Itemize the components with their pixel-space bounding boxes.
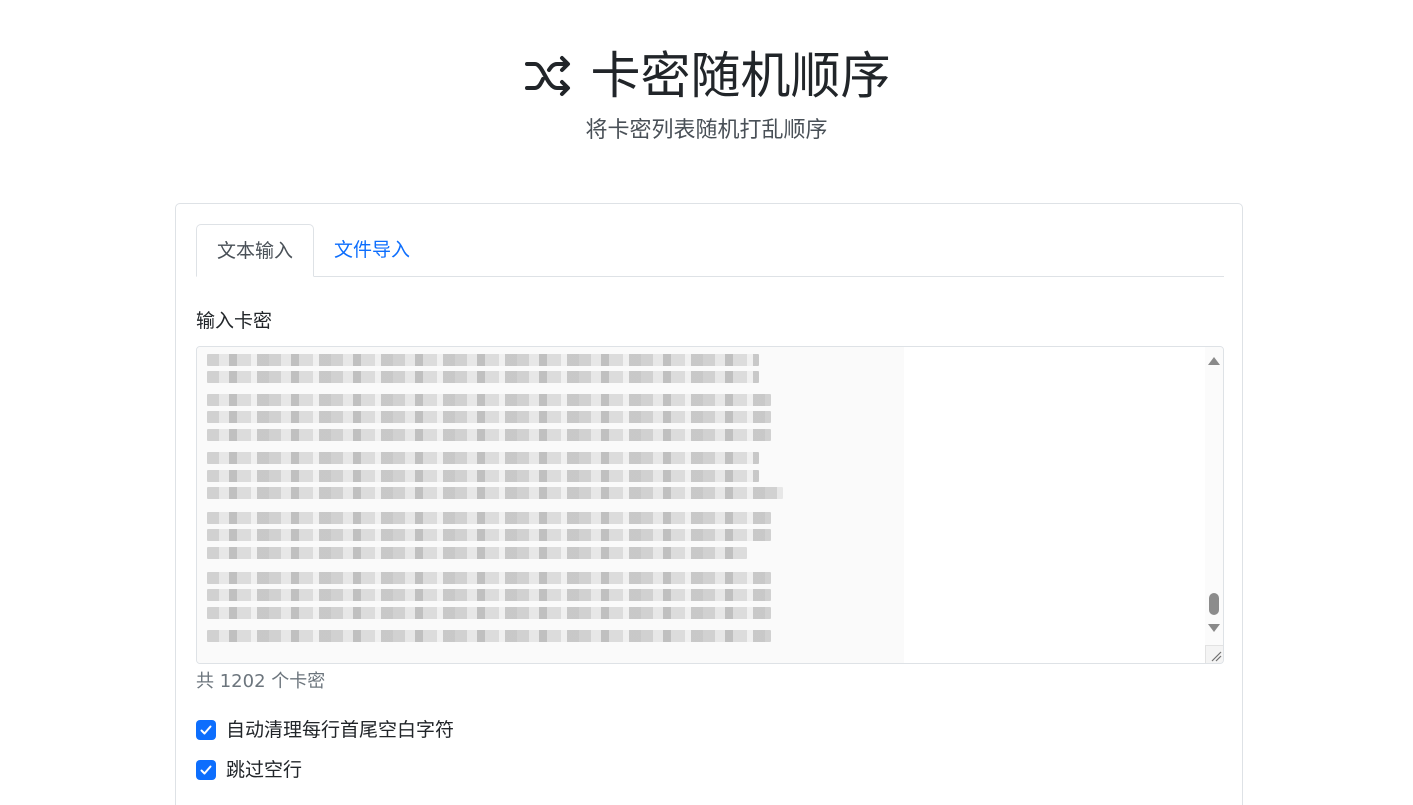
card-keys-label: 输入卡密 <box>196 310 273 332</box>
checkmark-icon <box>200 725 212 735</box>
textarea-scrollbar[interactable] <box>1205 347 1223 645</box>
skip-empty-lines-checkbox[interactable] <box>196 760 216 780</box>
scroll-up-arrow-icon[interactable] <box>1208 357 1220 365</box>
tab-bar: 文本输入 文件导入 <box>196 224 1224 277</box>
shuffle-icon <box>523 50 575 102</box>
page-subtitle: 将卡密列表随机打乱顺序 <box>585 118 828 143</box>
trim-whitespace-checkbox[interactable] <box>196 720 216 740</box>
trim-whitespace-option[interactable]: 自动清理每行首尾空白字符 <box>196 717 454 743</box>
blurred-content <box>197 347 904 663</box>
resize-handle-icon[interactable] <box>1205 645 1223 663</box>
scroll-thumb[interactable] <box>1209 593 1219 615</box>
skip-empty-lines-label: 跳过空行 <box>226 759 303 781</box>
scroll-down-arrow-icon[interactable] <box>1208 624 1220 632</box>
trim-whitespace-label: 自动清理每行首尾空白字符 <box>226 719 455 741</box>
page: 卡密随机顺序 将卡密列表随机打乱顺序 文本输入 文件导入 输入卡密 共 1202… <box>0 0 1413 805</box>
main-card: 文本输入 文件导入 输入卡密 共 1202 个卡密 自动清理每行首尾空白字符 跳… <box>175 203 1243 805</box>
card-keys-textarea[interactable] <box>196 346 1224 664</box>
tab-text-input[interactable]: 文本输入 <box>196 224 315 277</box>
skip-empty-lines-option[interactable]: 跳过空行 <box>196 757 302 783</box>
page-header: 卡密随机顺序 将卡密列表随机打乱顺序 <box>0 44 1413 146</box>
card-key-count: 共 1202 个卡密 <box>196 671 326 692</box>
title-row: 卡密随机顺序 <box>523 44 891 108</box>
tab-file-import[interactable]: 文件导入 <box>314 224 430 276</box>
page-title: 卡密随机顺序 <box>590 47 891 105</box>
checkmark-icon <box>200 765 212 775</box>
